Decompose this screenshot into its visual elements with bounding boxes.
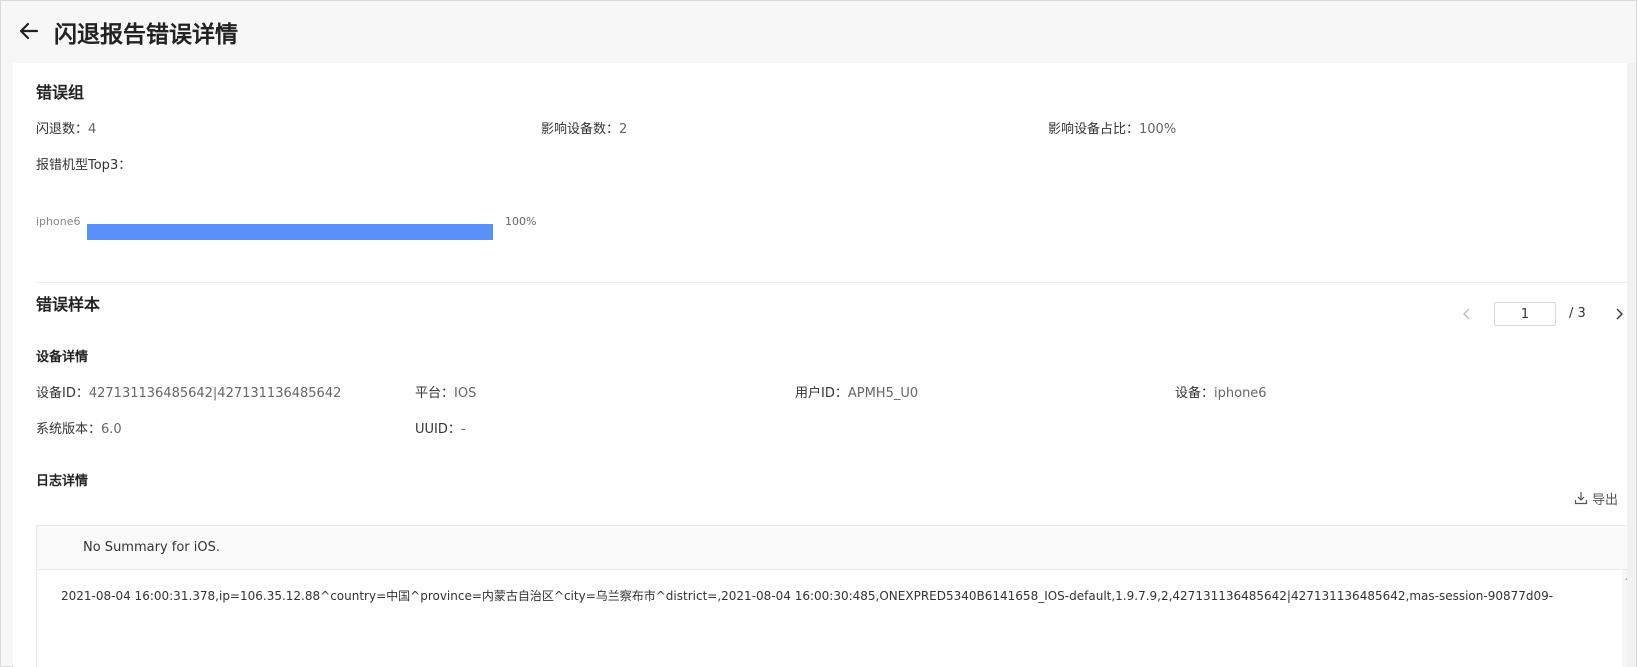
model-bar-percent: 100% — [505, 215, 537, 228]
device-id-label: 设备ID： — [36, 386, 89, 401]
top-models-label: 报错机型Top3： — [36, 158, 132, 173]
crash-count: 闪退数：4 — [36, 118, 96, 137]
os-version: 系统版本：6.0 — [36, 418, 122, 437]
os-version-label: 系统版本： — [36, 422, 102, 437]
user-id-label: 用户ID： — [795, 386, 848, 401]
platform-value: IOS — [454, 386, 477, 401]
uuid: UUID：- — [415, 418, 466, 437]
platform: 平台：IOS — [415, 382, 476, 401]
error-group-title: 错误组 — [36, 83, 85, 102]
page-header: 闪退报告错误详情 — [1, 1, 1636, 63]
user-id: 用户ID：APMH5_U0 — [795, 382, 918, 401]
device-value: iphone6 — [1214, 386, 1267, 401]
error-sample-title: 错误样本 — [36, 295, 101, 314]
affected-devices-label: 影响设备数： — [541, 122, 620, 137]
device-details-title: 设备详情 — [36, 350, 89, 365]
chevron-left-icon[interactable] — [1458, 305, 1476, 323]
affected-devices-value: 2 — [619, 122, 628, 137]
export-button[interactable]: 导出 — [1574, 488, 1632, 508]
os-version-value: 6.0 — [101, 422, 122, 437]
model-bar-track — [87, 224, 493, 240]
log-summary: No Summary for iOS. — [37, 526, 1634, 570]
uuid-value: - — [460, 422, 466, 437]
device: 设备：iphone6 — [1175, 382, 1267, 401]
arrow-left-icon[interactable] — [17, 19, 41, 43]
uuid-label: UUID： — [415, 422, 461, 437]
content-card: 错误组 闪退数：4 影响设备数：2 影响设备占比：100% 报错机型Top3： … — [13, 63, 1636, 667]
log-line: 2021-08-04 16:00:31.378,ip=106.35.12.88^… — [61, 589, 1554, 603]
affected-ratio-label: 影响设备占比： — [1048, 122, 1140, 137]
device-id-value: 427131136485642|427131136485642 — [88, 386, 342, 401]
model-bar-label: iphone6 — [36, 215, 81, 228]
crash-count-label: 闪退数： — [36, 122, 89, 137]
section-divider — [36, 282, 1636, 283]
platform-label: 平台： — [415, 386, 455, 401]
page-frame: 闪退报告错误详情 错误组 闪退数：4 影响设备数：2 影响设备占比：100% 报… — [0, 0, 1637, 667]
user-id-value: APMH5_U0 — [847, 386, 919, 401]
device-id: 设备ID：427131136485642|427131136485642 — [36, 382, 341, 401]
affected-ratio: 影响设备占比：100% — [1048, 118, 1176, 137]
log-details-title: 日志详情 — [36, 474, 89, 489]
page-total: / 3 — [1569, 306, 1586, 321]
device-label: 设备： — [1175, 386, 1215, 401]
log-box: No Summary for iOS. 2021-08-04 16:00:31.… — [36, 525, 1635, 667]
chevron-right-icon[interactable] — [1610, 305, 1628, 323]
model-bar-fill — [87, 224, 493, 240]
page-number-input[interactable] — [1494, 302, 1556, 326]
affected-ratio-value: 100% — [1139, 122, 1177, 137]
page-scrollbar[interactable] — [1627, 63, 1636, 667]
page-title: 闪退报告错误详情 — [54, 22, 238, 48]
download-icon — [1574, 492, 1588, 505]
affected-devices: 影响设备数：2 — [541, 118, 627, 137]
crash-count-value: 4 — [88, 122, 97, 137]
export-label: 导出 — [1592, 492, 1619, 508]
